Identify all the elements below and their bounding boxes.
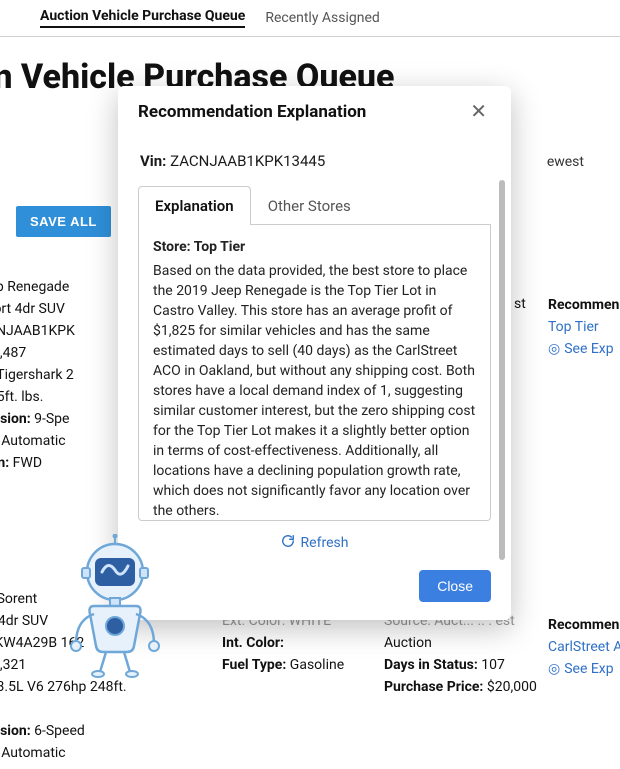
drivetrain-value: FWD [9, 455, 42, 471]
sort-newest-fragment: ewest [547, 154, 584, 170]
tab-explanation[interactable]: Explanation [138, 186, 251, 225]
modal-title: Recommendation Explanation [138, 102, 366, 122]
recommendation-2: Recommen CarlStreet A ◎ See Exp [548, 614, 620, 680]
transmission-value2-2: ftable Automatic [0, 742, 127, 764]
refresh-button[interactable]: Refresh [281, 534, 349, 552]
auction-text: Auction [384, 632, 537, 654]
transmission-value-2: ftable Automatic [0, 430, 75, 452]
see-explanation-link[interactable]: See Exp [564, 338, 613, 360]
recommend-label-2: Recommen [548, 617, 619, 633]
vehicle-title-fragment: 9 Jeep Renegade [0, 276, 75, 298]
modal-vin-value: ZACNJAAB1KPK13445 [166, 152, 325, 170]
miles-value: 32,487 [0, 345, 26, 361]
fuel-type-label: Fuel Type: [222, 657, 286, 673]
tab-other-stores[interactable]: Other Stores [251, 186, 368, 225]
purchase-price-value: $20,000 [483, 679, 536, 695]
exp-store-label: Store: [153, 239, 191, 255]
swirl-icon: ◎ [548, 658, 560, 680]
swirl-icon: ◎ [548, 338, 560, 360]
refresh-label: Refresh [301, 535, 349, 551]
engine-value-2: hp 175ft. lbs. [0, 386, 75, 408]
recommend-store-link-2[interactable]: CarlStreet A [548, 639, 620, 655]
vehicle-card-1: 9 Jeep Renegade n: Sport 4dr SUV : ZACNJ… [0, 276, 75, 474]
trim-value: Sport 4dr SUV [0, 301, 65, 317]
days-status-value: 107 [478, 657, 505, 673]
exp-store-value: Top Tier [191, 239, 246, 255]
trim-value-2: SX 4dr SUV [0, 613, 48, 629]
engine-value: Tigershark 2 [0, 367, 74, 383]
recommend-store-link[interactable]: Top Tier [548, 319, 599, 335]
nav-auction-queue[interactable]: Auction Vehicle Purchase Queue [40, 8, 245, 28]
explanation-panel: Store: Top Tier Based on the data provid… [138, 225, 491, 521]
vin-line: Vin: ZACNJAAB1KPK13445 [118, 134, 511, 182]
transmission-label: nsmission: [0, 411, 31, 427]
fuel-type-value: Gasoline [286, 657, 344, 673]
transmission-value-2: 6-Speed [31, 723, 85, 739]
modal-scrollbar[interactable] [499, 180, 505, 560]
top-nav: Auction Vehicle Purchase Queue Recently … [0, 0, 620, 37]
drivetrain-label: vetrain: [0, 455, 9, 471]
recommendation-1: Recommen Top Tier ◎ See Exp [548, 294, 619, 360]
explanation-body: Based on the data provided, the best sto… [153, 261, 476, 521]
close-icon[interactable]: ✕ [466, 102, 491, 122]
transmission-label-2: nsmission: [0, 723, 31, 739]
modal-tabs: Explanation Other Stores [138, 186, 491, 225]
purchase-price-label: Purchase Price: [384, 679, 483, 695]
see-explanation-link-2[interactable]: See Exp [564, 658, 613, 680]
days-status-label: Days in Status: [384, 657, 478, 673]
robot-icon [60, 534, 180, 688]
refresh-icon [281, 534, 295, 552]
modal-vin-label: Vin: [140, 152, 166, 170]
vin-value: ZACNJAAB1KPK [0, 323, 75, 339]
save-all-button[interactable]: SAVE ALL [16, 206, 111, 237]
close-button[interactable]: Close [419, 570, 491, 602]
int-color-label: Int. Color: [222, 635, 284, 651]
recommend-label: Recommen [548, 297, 619, 313]
nav-recently-assigned[interactable]: Recently Assigned [265, 10, 380, 26]
text-fragment-st: st [514, 296, 526, 312]
transmission-value: 9-Spe [31, 411, 70, 427]
miles-value-2: 18,321 [0, 657, 26, 673]
vehicle-card-2-right: Source: Auct... .. . est Auction Days in… [384, 610, 537, 698]
